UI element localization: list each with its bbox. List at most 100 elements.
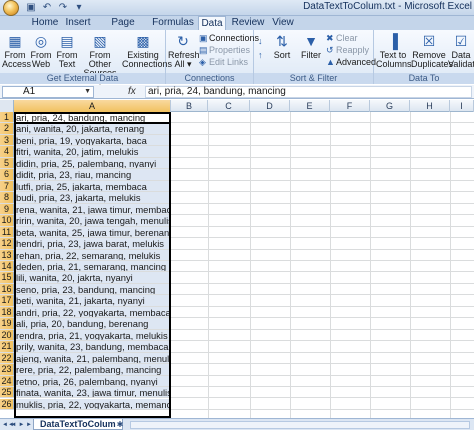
redo-icon[interactable]: ↷ bbox=[56, 1, 70, 15]
properties-button[interactable]: ▤Properties bbox=[199, 45, 250, 56]
filter-button[interactable]: ▼ Filter bbox=[298, 32, 324, 72]
sheet-tab-datatexttocolum[interactable]: DataTextToColum bbox=[33, 419, 123, 430]
cell-a[interactable]: rendra, pria, 21, yogyakarta, melukis bbox=[14, 329, 170, 341]
name-box[interactable]: A1 ▼ bbox=[2, 86, 94, 98]
undo-icon[interactable]: ↶ bbox=[40, 1, 54, 15]
cell-a[interactable]: lutfi, pria, 25, jakarta, membaca bbox=[14, 180, 170, 192]
column-header-g[interactable]: G bbox=[370, 100, 410, 112]
cell-a[interactable]: finata, wanita, 23, jawa timur, menulis bbox=[14, 387, 170, 398]
refresh-all-button[interactable]: ↻ Refresh All ▾ bbox=[168, 32, 200, 72]
cell-a[interactable]: rere, pria, 22, palembang, mancing bbox=[14, 364, 170, 375]
from-text-button[interactable]: ▤ From Text bbox=[55, 32, 79, 72]
column-header-d[interactable]: D bbox=[250, 100, 290, 112]
worksheet-grid[interactable]: A B C D E F G H I 1 ari, pria, 24, bandun… bbox=[0, 100, 474, 418]
cell-a[interactable]: didin, pria, 25, palembang, nyanyi bbox=[14, 157, 170, 169]
connections-button[interactable]: ▣Connections bbox=[199, 33, 259, 44]
customize-qat-icon[interactable]: ▾ bbox=[72, 1, 86, 15]
cell-a[interactable]: ririn, wanita, 20, jawa tengah, menulis bbox=[14, 215, 170, 226]
formula-input[interactable]: ari, pria, 24, bandung, mancing bbox=[145, 86, 472, 98]
sort-a-to-z-button[interactable]: ↓ bbox=[258, 36, 263, 47]
row-header[interactable]: 15 bbox=[0, 272, 14, 283]
remove-duplicates-button[interactable]: ☒ Remove Duplicates bbox=[411, 32, 453, 72]
reapply-button[interactable]: ↺ Reapply bbox=[326, 45, 369, 56]
horizontal-scrollbar[interactable] bbox=[130, 421, 470, 429]
column-header-e[interactable]: E bbox=[290, 100, 330, 112]
advanced-button[interactable]: ▲Advanced bbox=[326, 57, 376, 68]
cell-a[interactable]: ani, wanita, 20, jakarta, renang bbox=[14, 123, 170, 134]
insert-function-icon[interactable]: fx bbox=[128, 85, 142, 99]
row-header[interactable]: 3 bbox=[0, 134, 14, 146]
tab-insert[interactable]: Insert bbox=[62, 16, 94, 30]
previous-sheet-icon[interactable]: ◄ bbox=[10, 420, 17, 430]
row-header[interactable]: 7 bbox=[0, 180, 14, 192]
sort-button[interactable]: ⇅ Sort bbox=[270, 32, 294, 72]
column-header-a[interactable]: A bbox=[14, 100, 171, 112]
cell-a[interactable]: beni, pria, 19, yogyakarta, baca bbox=[14, 134, 170, 146]
row-header[interactable]: 8 bbox=[0, 192, 14, 203]
column-header-b[interactable]: B bbox=[171, 100, 208, 112]
column-header-h[interactable]: H bbox=[410, 100, 450, 112]
column-header-i[interactable]: I bbox=[450, 100, 474, 112]
row-header[interactable]: 1 bbox=[0, 112, 14, 123]
cell-a[interactable]: seno, pria, 23, bandung, mancing bbox=[14, 283, 170, 295]
cell-a[interactable]: fitri, wanita, 20, jatim, melukis bbox=[14, 146, 170, 157]
first-sheet-icon[interactable]: ◄◄ bbox=[2, 420, 14, 430]
last-sheet-icon[interactable]: ►► bbox=[26, 420, 38, 430]
cell-a[interactable]: beti, wanita, 21, jakarta, nyanyi bbox=[14, 295, 170, 306]
row-header[interactable]: 24 bbox=[0, 375, 14, 387]
cell-a[interactable]: beta, wanita, 25, jawa timur, berenang bbox=[14, 226, 170, 238]
row-header[interactable]: 23 bbox=[0, 364, 14, 375]
tab-formulas[interactable]: Formulas bbox=[152, 16, 194, 30]
cell-a[interactable]: deden, pria, 21, semarang, mancing bbox=[14, 260, 170, 272]
row-header[interactable]: 26 bbox=[0, 398, 14, 409]
tab-review[interactable]: Review bbox=[231, 16, 265, 30]
row-header[interactable]: 11 bbox=[0, 226, 14, 238]
row-header[interactable]: 19 bbox=[0, 318, 14, 329]
save-icon[interactable]: ▣ bbox=[24, 1, 38, 15]
cell-a[interactable]: ali, pria, 20, bandung, berenang bbox=[14, 318, 170, 329]
row-header[interactable]: 12 bbox=[0, 238, 14, 249]
row-header[interactable]: 17 bbox=[0, 295, 14, 306]
next-sheet-icon[interactable]: ► bbox=[18, 420, 25, 430]
row-header[interactable]: 4 bbox=[0, 146, 14, 157]
from-web-button[interactable]: ◎ From Web bbox=[29, 32, 53, 72]
cell-a[interactable]: prily, wanita, 23, bandung, membaca bbox=[14, 341, 170, 352]
cell-a[interactable]: ajeng, wanita, 21, palembang, menulis bbox=[14, 352, 170, 364]
row-header[interactable]: 21 bbox=[0, 341, 14, 352]
cell-a[interactable]: ari, pria, 24, bandung, mancing bbox=[14, 112, 170, 123]
row-header[interactable]: 2 bbox=[0, 123, 14, 134]
from-other-sources-button[interactable]: ▧ From Other Sources ▾ bbox=[80, 32, 120, 87]
sort-z-to-a-button[interactable]: ↑ bbox=[258, 50, 263, 61]
row-header[interactable]: 18 bbox=[0, 306, 14, 318]
cell-a[interactable]: lili, wanita, 20, jakrta, nyanyi bbox=[14, 272, 170, 283]
row-header[interactable]: 13 bbox=[0, 249, 14, 260]
cell-a[interactable]: muklis, pria, 22, yogyakarta, memancing bbox=[14, 398, 170, 409]
chevron-down-icon[interactable]: ▼ bbox=[84, 87, 91, 97]
cell-a[interactable]: hendri, pria, 23, jawa barat, melukis bbox=[14, 238, 170, 249]
cell-a[interactable]: andri, pria, 22, yogyakarta, membaca bbox=[14, 306, 170, 318]
cell-a[interactable]: didit, pria, 23, riau, mancing bbox=[14, 169, 170, 180]
cell-a[interactable]: retno, pria, 26, palembang, nyanyi bbox=[14, 375, 170, 387]
row-header[interactable]: 22 bbox=[0, 352, 14, 364]
edit-links-button[interactable]: ◈ Edit Links bbox=[199, 57, 248, 68]
row-header[interactable]: 16 bbox=[0, 283, 14, 295]
tab-data[interactable]: Data bbox=[198, 16, 226, 31]
tab-view[interactable]: View bbox=[268, 16, 298, 30]
tab-home[interactable]: Home bbox=[30, 16, 60, 30]
column-header-f[interactable]: F bbox=[330, 100, 370, 112]
tab-page-layout[interactable]: Page Layout bbox=[98, 16, 148, 42]
insert-sheet-icon[interactable]: ✱ bbox=[113, 420, 127, 430]
row-header[interactable]: 10 bbox=[0, 215, 14, 226]
row-header[interactable]: 14 bbox=[0, 260, 14, 272]
row-header[interactable]: 25 bbox=[0, 387, 14, 398]
select-all-corner[interactable] bbox=[0, 100, 14, 112]
cell-a[interactable]: budi, pria, 23, jakarta, melukis bbox=[14, 192, 170, 203]
row-header[interactable]: 5 bbox=[0, 157, 14, 169]
data-validation-button[interactable]: ☑ Data Validatio bbox=[448, 32, 474, 72]
row-header[interactable]: 20 bbox=[0, 329, 14, 341]
existing-connections-button[interactable]: ▩ Existing Connections bbox=[122, 32, 172, 72]
text-to-columns-button[interactable]: ▐ Text to Columns bbox=[376, 32, 412, 72]
office-button[interactable] bbox=[2, 0, 20, 16]
cell-a[interactable]: rena, wanita, 21, jawa timur, membaca bbox=[14, 203, 170, 215]
row-header[interactable]: 9 bbox=[0, 203, 14, 215]
